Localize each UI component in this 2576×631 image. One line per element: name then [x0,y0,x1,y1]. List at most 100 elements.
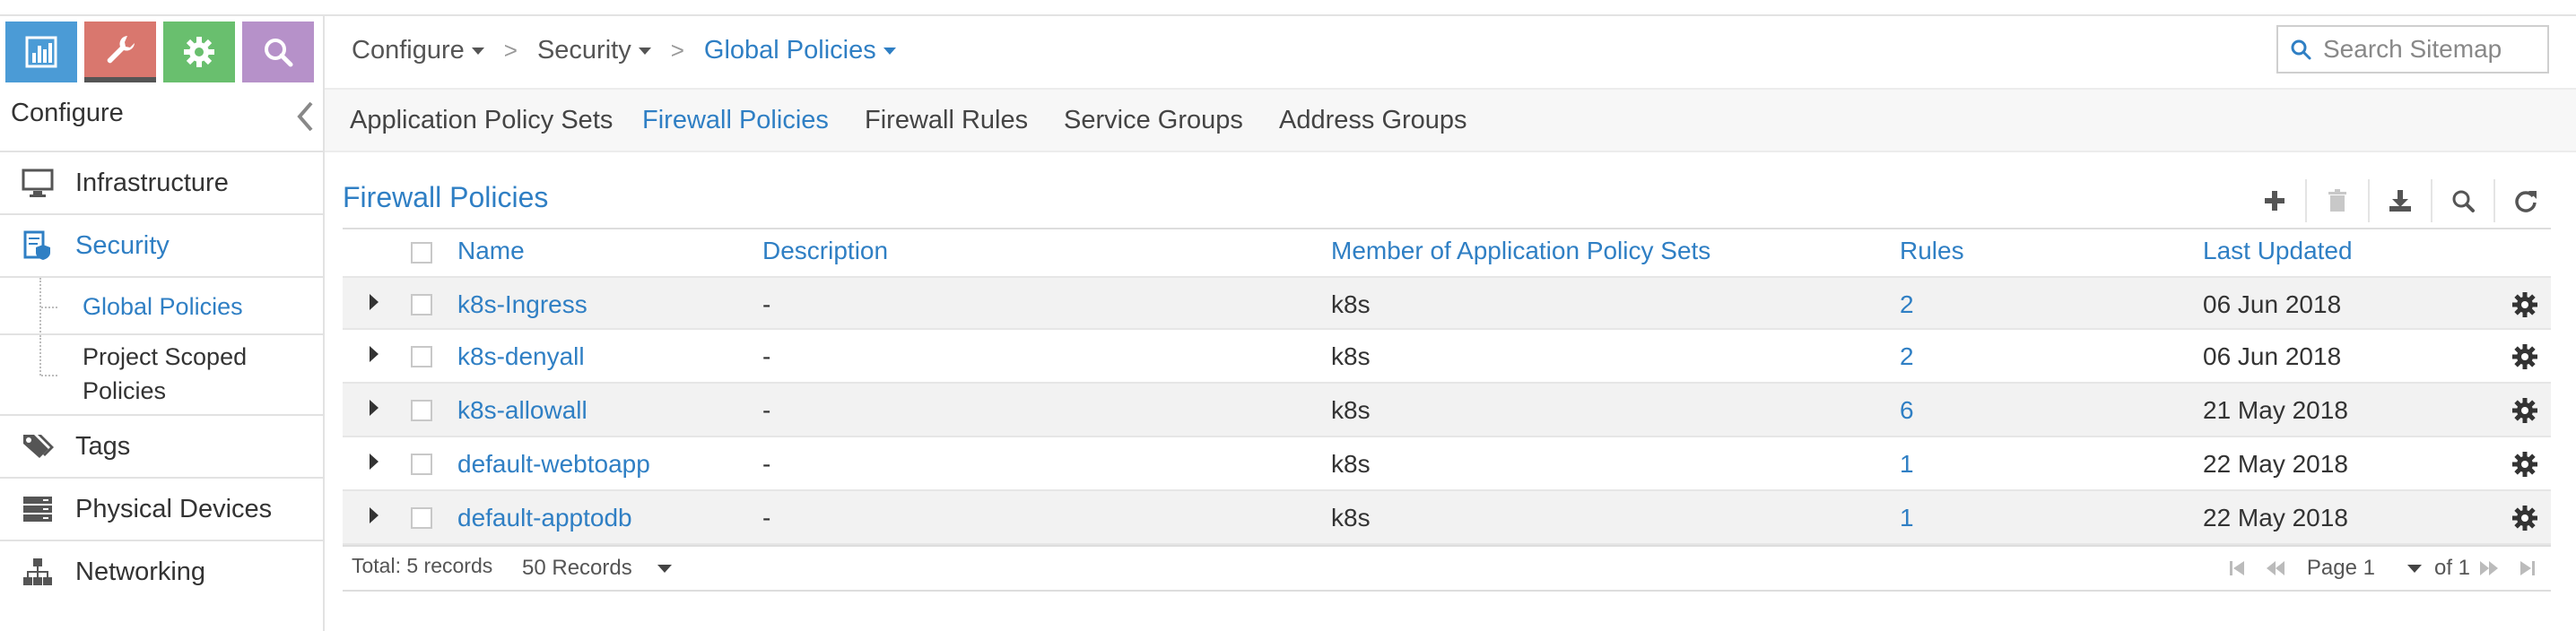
policy-member: k8s [1331,396,1371,424]
policy-last-updated: 22 May 2018 [2203,450,2348,478]
row-checkbox[interactable] [411,507,432,529]
gear-icon[interactable] [2511,451,2538,478]
tab-service-groups[interactable]: Service Groups [1064,106,1243,135]
monitor-tile[interactable] [5,22,77,82]
policy-rules-link[interactable]: 6 [1900,384,1914,437]
sidebar-item-tags[interactable]: Tags [0,414,323,477]
policy-rules-link[interactable]: 1 [1900,491,1914,545]
policy-name-link[interactable]: k8s-denyall [457,330,585,384]
monitor-chart-icon [25,36,57,68]
column-header-member[interactable]: Member of Application Policy Sets [1331,237,1710,265]
previous-page-icon[interactable] [2266,558,2285,578]
collapse-sidebar-button[interactable] [292,99,318,134]
configure-tile[interactable] [84,22,156,82]
page-select[interactable]: Page 1 [2307,556,2434,581]
tab-application-policy-sets[interactable]: Application Policy Sets [350,106,613,135]
table-row[interactable]: k8s-denyall - k8s 2 06 Jun 2018 [343,330,2551,384]
last-page-icon[interactable] [2517,558,2537,578]
sidebar-subitem-global-policies[interactable]: Global Policies [0,276,323,335]
current-page: Page 1 [2306,556,2375,580]
breadcrumb-security[interactable]: Security [537,36,651,65]
gear-icon[interactable] [2511,343,2538,370]
gear-icon[interactable] [2511,505,2538,532]
policy-rules-link[interactable]: 2 [1900,278,1914,332]
table-row[interactable]: k8s-Ingress - k8s 2 06 Jun 2018 [343,276,2551,330]
expand-row-icon[interactable] [370,507,379,523]
add-button[interactable] [2244,179,2305,222]
search-button[interactable] [2431,179,2493,222]
tab-firewall-rules[interactable]: Firewall Rules [865,106,1028,135]
column-header-description[interactable]: Description [762,237,888,265]
expand-row-icon[interactable] [370,346,379,362]
gear-icon[interactable] [2511,397,2538,424]
tab-firewall-policies[interactable]: Firewall Policies [642,106,829,135]
policy-name-link[interactable]: k8s-allowall [457,384,587,437]
gear-icon[interactable] [2511,291,2538,318]
policy-member: k8s [1331,290,1371,318]
row-checkbox[interactable] [411,400,432,421]
expand-row-icon[interactable] [370,454,379,470]
server-rack-icon [18,493,57,525]
row-checkbox[interactable] [411,294,432,316]
expand-row-icon[interactable] [370,294,379,310]
column-header-name[interactable]: Name [457,237,525,265]
sidebar-item-label: Security [75,230,170,260]
search-sitemap[interactable] [2276,25,2549,73]
breadcrumb-configure[interactable]: Configure [352,36,484,65]
sidebar-item-infrastructure[interactable]: Infrastructure [0,151,323,213]
policy-rules-link[interactable]: 2 [1900,330,1914,384]
search-icon [265,39,293,67]
policy-rules-link[interactable]: 1 [1900,437,1914,491]
total-records: Total: 5 records [352,554,493,577]
breadcrumb-global-policies[interactable]: Global Policies [704,36,896,65]
sidebar-subitem-label: Policies [83,377,167,404]
sidebar-item-physical-devices[interactable]: Physical Devices [0,477,323,540]
breadcrumb-label: Security [536,35,631,65]
policy-description: - [762,450,771,478]
download-button[interactable] [2368,179,2431,222]
sidebar-subitem-label: Global Policies [83,293,243,320]
breadcrumb-label: Configure [352,35,465,65]
page-size-select[interactable]: 50 Records [522,552,672,584]
caret-down-icon [638,48,651,55]
grid-toolbar [2244,179,2556,222]
sidebar-item-networking[interactable]: Networking [0,540,323,602]
table-row[interactable]: k8s-allowall - k8s 6 21 May 2018 [343,384,2551,437]
delete-button[interactable] [2305,179,2368,222]
policy-description: - [762,290,771,318]
tab-address-groups[interactable]: Address Groups [1279,106,1467,135]
policy-name-link[interactable]: default-webtoapp [457,437,650,491]
search-icon [2452,190,2475,212]
policy-description: - [762,504,771,532]
next-page-icon[interactable] [2479,558,2499,578]
table-row[interactable]: default-apptodb - k8s 1 22 May 2018 [343,491,2551,545]
row-checkbox[interactable] [411,454,432,475]
grid-header: Name Description Member of Application P… [343,229,2551,276]
breadcrumb: Configure > Security > Global Policies [352,30,896,70]
breadcrumb-label: Global Policies [703,35,876,65]
sidebar-subitem-label: Project Scoped [83,343,248,370]
download-icon [2389,190,2411,212]
security-policy-icon [18,229,57,262]
select-all-checkbox[interactable] [411,242,432,264]
tree-connector [41,307,57,308]
column-header-rules[interactable]: Rules [1900,237,1964,265]
refresh-button[interactable] [2493,179,2556,222]
search-icon [2291,39,2311,60]
policy-name-link[interactable]: k8s-Ingress [457,278,587,332]
row-checkbox[interactable] [411,346,432,367]
search-sitemap-input[interactable] [2321,34,2540,65]
settings-tile[interactable] [163,22,235,82]
expand-row-icon[interactable] [370,400,379,416]
table-row[interactable]: default-webtoapp - k8s 1 22 May 2018 [343,437,2551,491]
chevron-left-icon [297,101,313,132]
policy-name-link[interactable]: default-apptodb [457,491,632,545]
sidebar-subitem-project-scoped-policies[interactable]: Project Scoped Policies [0,333,323,416]
wrench-icon [107,36,135,64]
caret-down-icon [657,564,672,573]
column-header-last-updated[interactable]: Last Updated [2203,237,2353,265]
first-page-icon[interactable] [2228,558,2248,578]
policy-last-updated: 22 May 2018 [2203,504,2348,532]
sidebar-item-security[interactable]: Security [0,213,323,276]
search-tile[interactable] [242,22,314,82]
